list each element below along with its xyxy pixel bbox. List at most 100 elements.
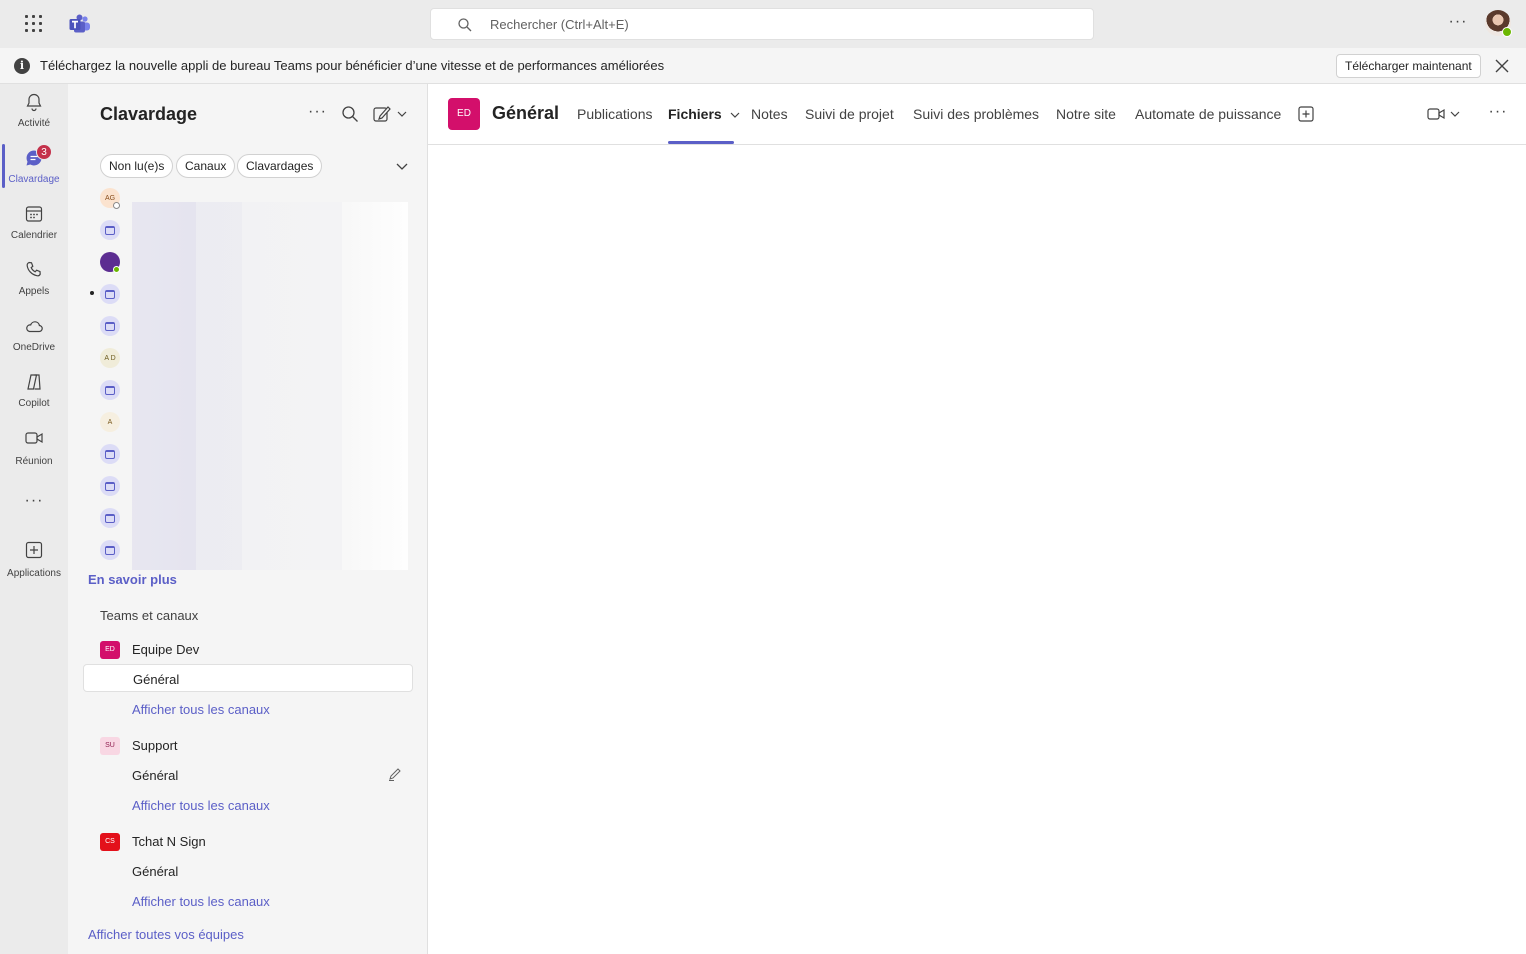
- channel-name: Général: [133, 672, 180, 687]
- meeting-chat-avatar: [100, 476, 120, 496]
- search-placeholder: Rechercher (Ctrl+Alt+E): [490, 17, 629, 32]
- meeting-chat-avatar: [100, 316, 120, 336]
- rail-item-label: OneDrive: [12, 342, 56, 353]
- meeting-chat-avatar: [100, 540, 120, 560]
- tab-notes[interactable]: Notes: [751, 106, 788, 122]
- chat-item[interactable]: [88, 310, 408, 342]
- chevron-down-icon: [730, 112, 740, 119]
- add-apps-icon: [25, 541, 43, 559]
- files-content-area: [428, 145, 1526, 954]
- copilot-icon: [27, 374, 41, 390]
- chat-item[interactable]: A D: [88, 342, 408, 374]
- presence-available-icon: [113, 266, 120, 273]
- team-name: Equipe Dev: [132, 642, 200, 657]
- channel-item-general[interactable]: Général: [83, 664, 413, 692]
- app-launcher-icon[interactable]: [24, 14, 44, 34]
- tab-publications[interactable]: Publications: [577, 106, 653, 122]
- download-now-button[interactable]: Télécharger maintenant: [1336, 54, 1481, 78]
- team-avatar: SU: [100, 737, 120, 755]
- tab-power-automate[interactable]: Automate de puissance: [1135, 106, 1281, 122]
- teams-section-header: Teams et canaux: [100, 608, 199, 623]
- unread-badge: 3: [36, 144, 52, 160]
- channel-item-general[interactable]: Général: [83, 857, 413, 885]
- channel-header: ED Général Publications Fichiers Notes S…: [428, 84, 1526, 145]
- chat-item[interactable]: [88, 278, 408, 310]
- team-avatar: CS: [100, 833, 120, 851]
- bell-icon: [26, 93, 42, 112]
- chat-pane: Clavardage ··· Non lu(e)s Canaux Clavard…: [68, 84, 428, 954]
- search-icon: [458, 18, 472, 32]
- learn-more-link[interactable]: En savoir plus: [88, 572, 177, 587]
- chat-item[interactable]: [88, 214, 408, 246]
- tab-label: Fichiers: [668, 106, 722, 122]
- chat-item[interactable]: [88, 374, 408, 406]
- user-avatar[interactable]: [1485, 10, 1512, 37]
- tab-project-tracking[interactable]: Suivi de projet: [805, 106, 894, 122]
- pane-title: Clavardage: [100, 104, 198, 124]
- channel-avatar: ED: [448, 98, 480, 130]
- new-chat-icon[interactable]: [372, 104, 410, 124]
- rail-item-label: Clavardage: [8, 174, 60, 185]
- download-banner: i Téléchargez la nouvelle appli de burea…: [0, 48, 1526, 84]
- filter-unread[interactable]: Non lu(e)s: [100, 154, 174, 178]
- info-icon: i: [14, 58, 30, 74]
- tab-issue-tracking[interactable]: Suivi des problèmes: [913, 106, 1039, 122]
- pane-more-icon[interactable]: ···: [308, 104, 328, 124]
- team-name: Tchat N Sign: [132, 834, 206, 849]
- see-all-channels-link[interactable]: Afficher tous les canaux: [132, 702, 270, 717]
- team-item-tchat-n-sign[interactable]: CS Tchat N Sign: [88, 827, 408, 855]
- rail-item-copilot[interactable]: Copilot: [0, 364, 68, 416]
- meet-now-video-icon[interactable]: [1426, 104, 1466, 124]
- rail-item-calendar[interactable]: Calendrier: [0, 196, 68, 248]
- chat-item[interactable]: [88, 534, 408, 566]
- rail-item-activity[interactable]: Activité: [0, 84, 68, 136]
- chat-item[interactable]: A: [88, 406, 408, 438]
- rail-item-calls[interactable]: Appels: [0, 252, 68, 304]
- chat-item[interactable]: [88, 470, 408, 502]
- close-icon[interactable]: [1494, 58, 1510, 74]
- filter-channels[interactable]: Canaux: [176, 154, 236, 178]
- calendar-icon: [25, 206, 43, 222]
- teams-logo-icon: [69, 14, 90, 33]
- chat-item[interactable]: AG: [88, 182, 408, 214]
- tab-our-site[interactable]: Notre site: [1056, 106, 1116, 122]
- rail-item-label: Activité: [17, 118, 51, 129]
- channel-name: Général: [132, 768, 179, 783]
- rail-item-chat[interactable]: 3 Clavardage: [0, 140, 68, 192]
- see-all-channels-link[interactable]: Afficher tous les canaux: [132, 894, 270, 909]
- channel-name: Général: [132, 864, 179, 879]
- chat-item[interactable]: [88, 246, 408, 278]
- rail-item-apps[interactable]: Applications: [0, 532, 68, 584]
- meeting-chat-avatar: [100, 444, 120, 464]
- cloud-icon: [26, 321, 43, 333]
- more-options-icon[interactable]: ···: [1446, 12, 1470, 36]
- tab-files[interactable]: Fichiers: [668, 106, 741, 122]
- meeting-chat-avatar: [100, 220, 120, 240]
- rail-item-label: Copilot: [18, 398, 50, 409]
- team-name: Support: [132, 738, 178, 753]
- phone-icon: [26, 261, 41, 277]
- more-options-icon[interactable]: ···: [1488, 104, 1508, 124]
- team-item-equipe-dev[interactable]: ED Equipe Dev: [88, 635, 408, 663]
- chevron-down-icon[interactable]: [394, 158, 410, 174]
- chat-avatar: A D: [100, 348, 120, 368]
- chat-item[interactable]: [88, 438, 408, 470]
- banner-message: Téléchargez la nouvelle appli de bureau …: [40, 58, 665, 73]
- rail-item-meeting[interactable]: Réunion: [0, 420, 68, 472]
- presence-offline-icon: [113, 202, 120, 209]
- add-tab-icon[interactable]: [1296, 104, 1316, 124]
- team-item-support[interactable]: SU Support: [88, 731, 408, 759]
- filter-chats[interactable]: Clavardages: [237, 154, 323, 178]
- rail-item-onedrive[interactable]: OneDrive: [0, 308, 68, 360]
- chat-item[interactable]: [88, 502, 408, 534]
- presence-available-icon: [1502, 27, 1512, 37]
- search-icon[interactable]: [340, 104, 360, 124]
- see-all-teams-link[interactable]: Afficher toutes vos équipes: [88, 927, 244, 942]
- search-input[interactable]: Rechercher (Ctrl+Alt+E): [430, 8, 1094, 40]
- rail-item-label: Réunion: [15, 456, 53, 467]
- active-tab-indicator: [668, 141, 734, 144]
- channel-item-general[interactable]: Général: [83, 761, 413, 789]
- see-all-channels-link[interactable]: Afficher tous les canaux: [132, 798, 270, 813]
- more-apps-icon[interactable]: ···: [0, 492, 68, 510]
- chat-avatar: A: [100, 412, 120, 432]
